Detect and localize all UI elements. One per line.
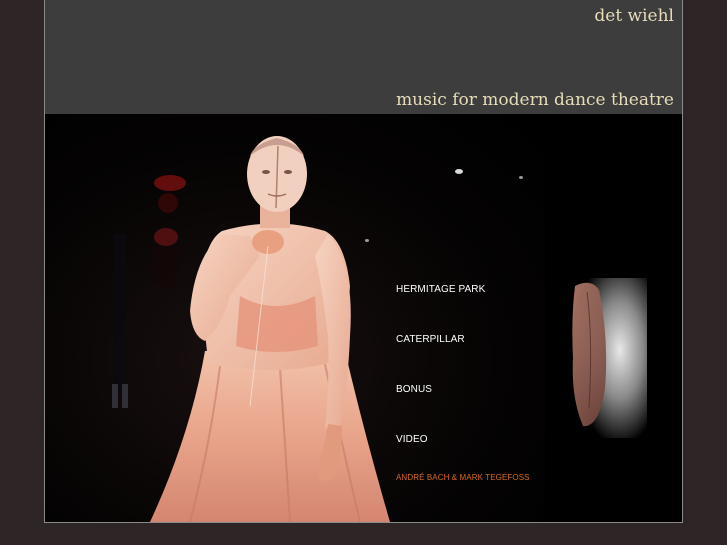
credit-link[interactable]: ANDRÉ BACH & MARK TEGEFOSS — [396, 473, 530, 482]
background-figure — [112, 234, 128, 408]
nav-video[interactable]: VIDEO — [396, 434, 428, 445]
site-title: det wiehl — [594, 6, 674, 26]
dancer-figure — [150, 136, 390, 522]
header: det wiehl music for modern dance theatre — [45, 0, 682, 114]
nav-hermitage-park[interactable]: HERMITAGE PARK — [396, 284, 485, 295]
tagline: music for modern dance theatre — [396, 90, 674, 110]
nav-caterpillar[interactable]: CATERPILLAR — [396, 334, 465, 345]
site-frame: det wiehl music for modern dance theatre — [44, 0, 683, 523]
side-panel — [545, 114, 682, 522]
main-nav: HERMITAGE PARK CATERPILLAR BONUS VIDEO A… — [396, 114, 546, 522]
fabric-thumbnail — [569, 278, 647, 438]
nav-bonus[interactable]: BONUS — [396, 384, 432, 395]
